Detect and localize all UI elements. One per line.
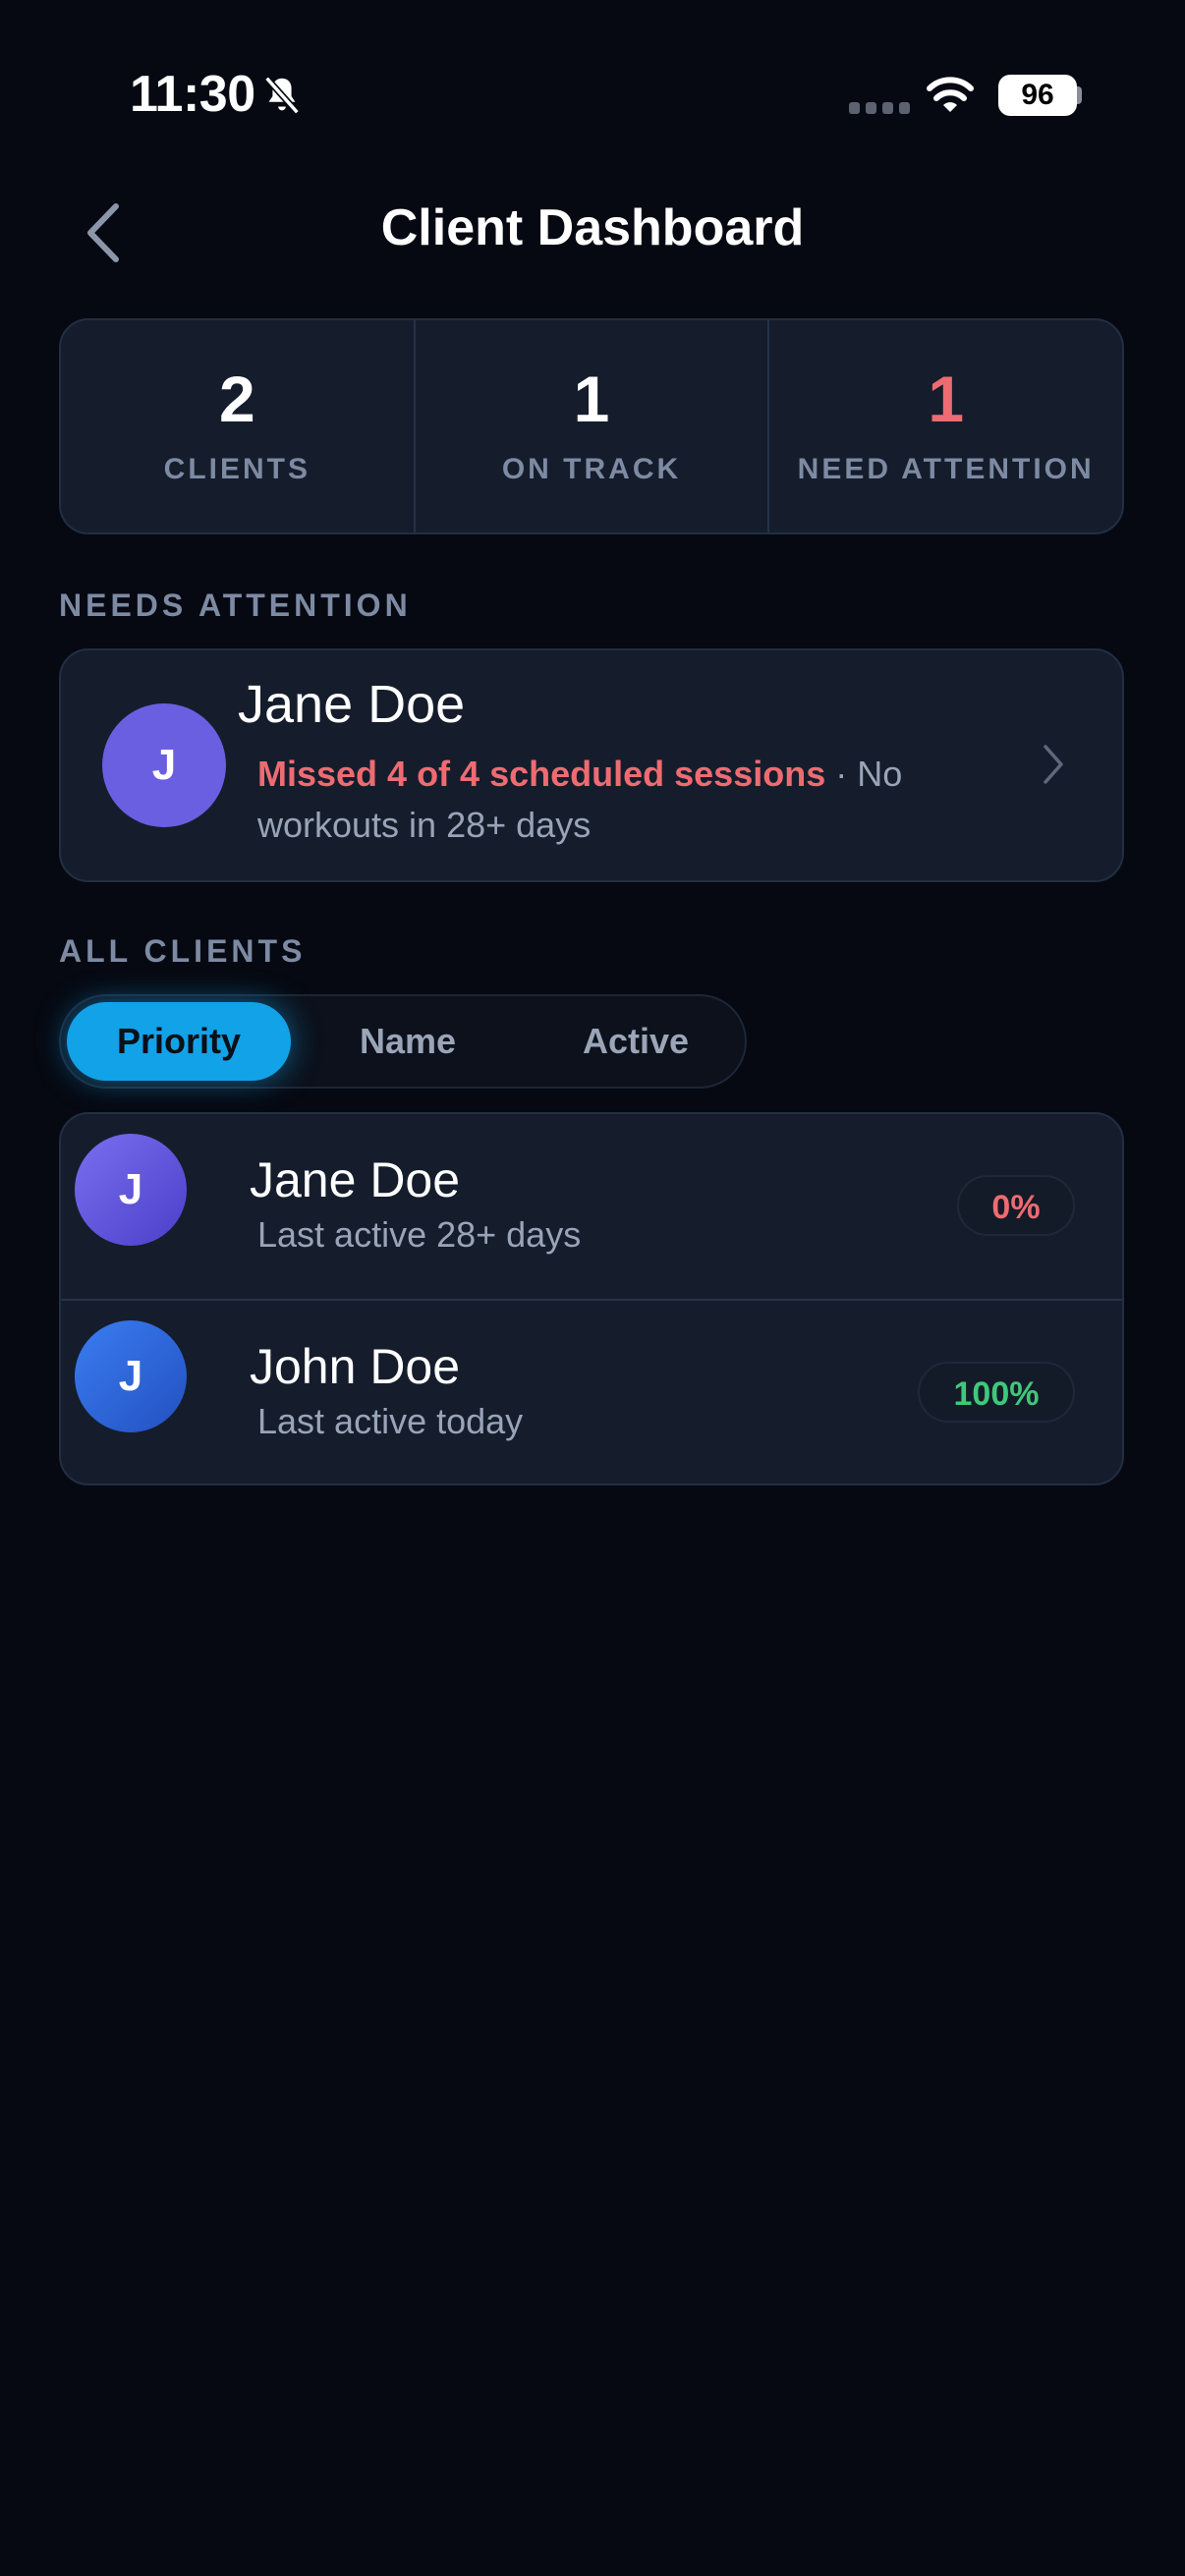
status-time: 11:30 [130,66,255,123]
client-list: J Jane Doe Last active 28+ days 0% J Joh… [59,1112,1124,1485]
stat-on-track: 1 ON TRACK [413,320,768,532]
stats-summary: 2 CLIENTS 1 ON TRACK 1 NEED ATTENTION [59,318,1124,534]
stat-need-attention: 1 NEED ATTENTION [767,320,1122,532]
needs-attention-heading: NEEDS ATTENTION [59,588,412,623]
stat-label: ON TRACK [501,453,682,485]
last-active-text: Last active today [257,1401,524,1441]
stat-value: 1 [928,363,965,435]
progress-badge: 100% [918,1362,1075,1423]
progress-badge: 0% [957,1175,1075,1236]
page-title: Client Dashboard [380,199,805,256]
battery-indicator: 96 [998,75,1077,116]
sort-segmented-control: Priority Name Active [59,994,747,1089]
avatar: J [75,1134,187,1246]
client-row[interactable]: J Jane Doe Last active 28+ days 0% [61,1114,1122,1299]
client-name: Jane Doe [238,675,466,734]
stat-clients: 2 CLIENTS [61,320,414,532]
attention-description: Missed 4 of 4 scheduled sessions · No wo… [257,749,1024,851]
avatar: J [102,703,226,827]
client-name: Jane Doe [250,1152,461,1207]
client-row[interactable]: J John Doe Last active today 100% [61,1299,1122,1485]
bell-muted-icon [264,76,300,115]
sort-name-tab[interactable]: Name [314,1002,501,1081]
all-clients-heading: ALL CLIENTS [59,933,307,969]
missed-sessions-text: Missed 4 of 4 scheduled sessions [257,754,826,794]
client-name: John Doe [250,1339,461,1394]
sort-active-tab[interactable]: Active [533,1002,739,1081]
chevron-right-icon [1044,745,1063,784]
cellular-signal-icon [849,102,910,114]
battery-tip [1077,86,1082,104]
stat-value: 1 [573,363,610,435]
stat-label: CLIENTS [163,453,310,485]
stat-value: 2 [218,363,255,435]
last-active-text: Last active 28+ days [257,1214,582,1255]
avatar: J [75,1320,187,1432]
wifi-icon [927,77,974,112]
sort-priority-tab[interactable]: Priority [67,1002,291,1081]
stat-label: NEED ATTENTION [797,453,1095,485]
attention-client-card[interactable]: J Jane Doe Missed 4 of 4 scheduled sessi… [59,648,1124,882]
